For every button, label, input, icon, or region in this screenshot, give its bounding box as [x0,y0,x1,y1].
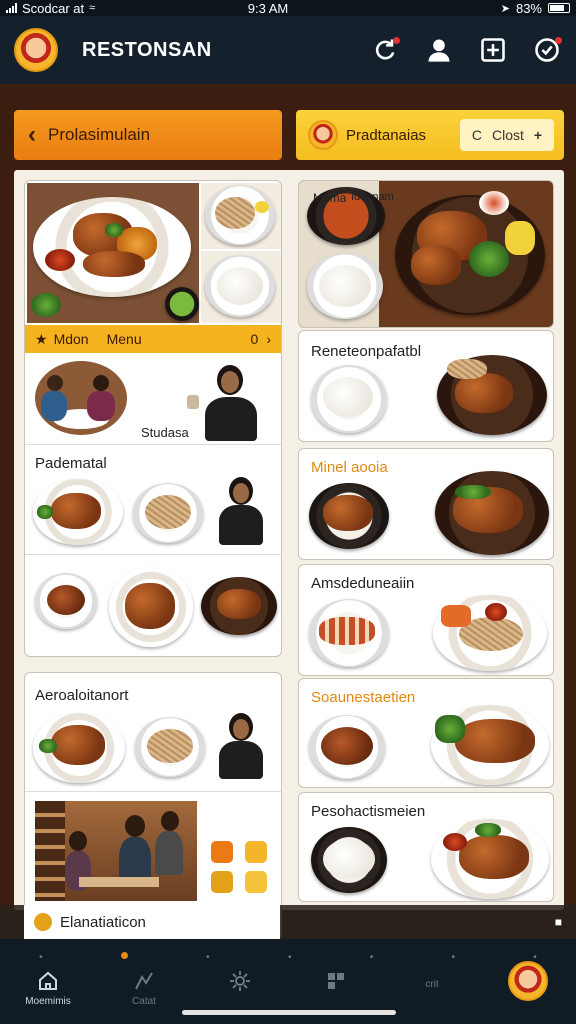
back-category-label: Prolasimulain [48,125,151,144]
card-title: Reneteonpafatbl [311,343,422,360]
menu-strip[interactable]: ★ Mdon Menu 0 › [25,325,281,353]
menu-count: 0 [250,331,259,347]
location-icon: ➤ [500,2,510,15]
action-tile-4[interactable] [245,871,267,893]
explore-banner[interactable]: Elanatiaticon ■ [0,905,576,939]
photo-text-a: Mema [313,191,347,205]
card-title: Pesohactismeien [311,803,426,820]
sync-icon[interactable] [370,35,400,65]
feature-photo-card[interactable]: Mema Idonnam [298,180,554,328]
dining-caption: Studasa [141,425,189,440]
featured-bar: Pradtanaias C Clost + [296,110,564,160]
add-box-icon[interactable] [478,35,508,65]
close-prefix: C [471,127,483,143]
action-tile-1[interactable] [211,841,233,863]
tab-stats[interactable]: Catat [104,969,184,1007]
diners-photo [35,361,127,435]
photo-text-b: Idonnam [351,191,394,203]
app-header: RESTONSAN [0,16,576,84]
tab-home-label: Moemimis [25,996,71,1007]
mascot-icon [308,120,338,150]
green-side-photo [165,281,201,323]
battery-percent: 83% [515,0,542,16]
chevron-right-icon: › [266,331,271,347]
side-food-photo [201,183,281,249]
carrier-label: Scodcar at [22,0,85,16]
card-title: Minel aooia [311,459,388,476]
restaurant-interior-photo [35,801,197,901]
close-label: Clost [492,127,524,143]
rice-photo [201,251,281,323]
expand-icon[interactable]: ■ [555,915,562,929]
app-title: RESTONSAN [82,38,212,61]
action-tile-2[interactable] [245,841,267,863]
menu-card-3[interactable]: Minel aooia [298,448,554,560]
app-logo[interactable] [14,28,58,72]
person-eating [211,711,277,781]
menu-card-5[interactable]: Soaunestaetien [298,678,554,788]
back-category-button[interactable]: ‹ Prolasimulain [14,110,282,160]
active-dot [120,952,128,959]
tab-grid[interactable] [296,969,376,996]
menu-strip-label-b: Menu [106,331,142,347]
hero-menu-card[interactable]: ★ Mdon Menu 0 › Studasa Padematal [24,180,282,657]
restaurant-card[interactable]: Aeroaloitanort [24,672,282,940]
home-indicator[interactable] [182,1010,396,1015]
notification-dot [393,37,400,44]
quick-action-grid [209,841,273,901]
star-icon: ★ [35,330,48,347]
menu-row-dishes[interactable] [25,555,281,656]
person-eating [185,365,275,441]
menu-row-padematal[interactable]: Padematal [25,445,281,555]
tab-more-label: crit [425,979,439,990]
battery-icon [548,3,570,13]
person-eating [211,475,277,551]
wifi-icon: ≈ [89,2,96,14]
status-bar: Scodcar at ≈ 9:3 AM ➤ 83% [0,0,576,16]
profile-icon[interactable] [424,35,454,65]
tab-home[interactable]: Moemimis [8,969,88,1007]
dining-row[interactable]: Studasa [25,355,281,445]
card-title: Amsdeduneaiin [311,575,415,592]
chart-icon [135,972,153,990]
card-title: Aeroaloitanort [35,687,129,704]
featured-label: Pradtanaias [346,126,427,144]
menu-strip-label-a: Mdon [53,331,89,347]
settings-icon[interactable] [532,35,562,65]
card-title: Soaunestaetien [311,689,416,706]
menu-card-6[interactable]: Pesohactismeien [298,792,554,902]
explore-label: Elanatiaticon [60,913,146,931]
status-time: 9:3 AM [247,0,289,16]
gear-icon [230,971,250,991]
plus-icon: + [533,127,543,143]
leaf-icon [34,913,52,931]
tab-indicator-row: • • • • • • [39,952,537,963]
notification-dot [555,37,562,44]
main-panel: ★ Mdon Menu 0 › Studasa Padematal Aeroal… [14,170,564,940]
grid-icon [328,973,344,989]
home-icon [39,971,57,990]
tab-stats-label: Catat [132,996,156,1007]
action-tile-3[interactable] [211,871,233,893]
signal-icon [6,3,17,13]
menu-card-2[interactable]: Reneteonpafatbl [298,330,554,442]
tab-profile[interactable] [488,961,568,1001]
avatar-icon [508,961,548,1001]
chevron-left-icon: ‹ [28,121,36,148]
tab-more[interactable]: crit [392,969,472,990]
menu-card-4[interactable]: Amsdeduneaiin [298,564,554,676]
explore-chip[interactable]: Elanatiaticon [24,905,280,939]
tab-settings[interactable] [200,969,280,996]
close-list-button[interactable]: C Clost + [460,119,554,151]
row-title: Padematal [35,455,107,472]
